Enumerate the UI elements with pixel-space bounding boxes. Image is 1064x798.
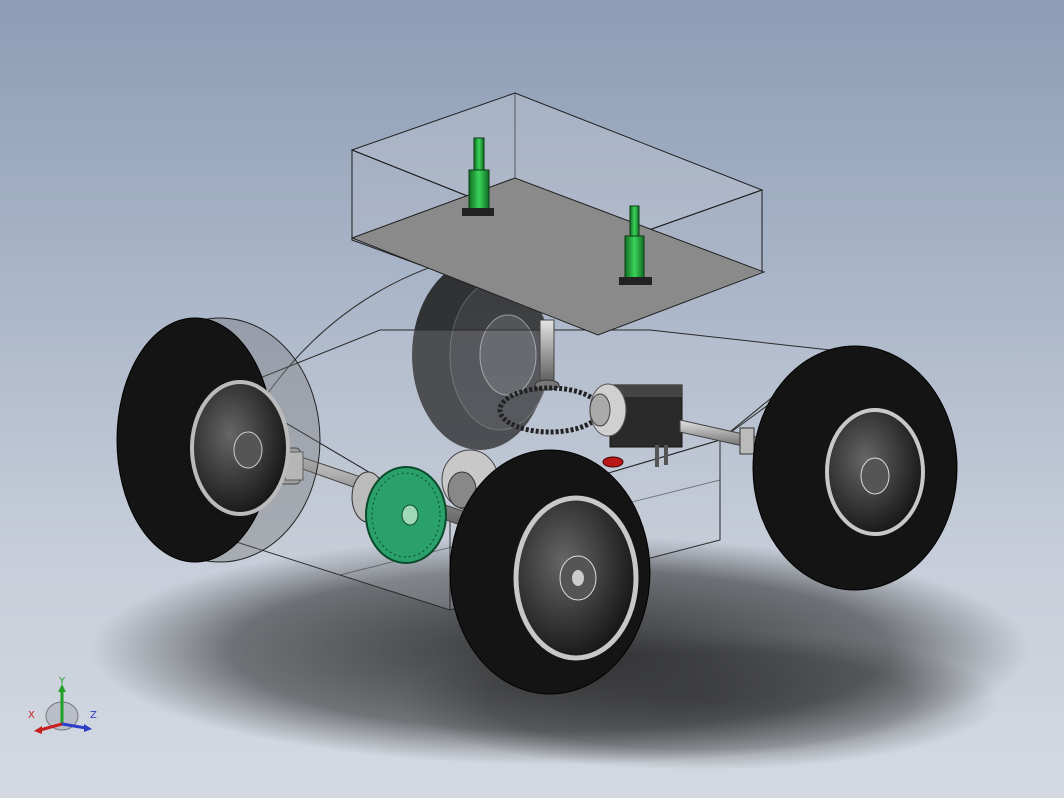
graphics-viewport[interactable]: Y X Z (0, 0, 1064, 798)
triad-x-label: X (28, 710, 35, 721)
wheel-front-left[interactable] (116, 317, 321, 563)
triad-y-label: Y (59, 676, 66, 687)
wheel-rear-right[interactable] (752, 345, 958, 591)
robot-assembly-model[interactable] (0, 0, 1064, 798)
triad-z-label: Z (90, 710, 97, 721)
red-limit-switch[interactable] (602, 456, 624, 468)
spur-gear[interactable] (365, 466, 447, 564)
coordinate-triad[interactable]: Y X Z (20, 676, 110, 746)
wheel-front-right[interactable] (449, 449, 651, 695)
